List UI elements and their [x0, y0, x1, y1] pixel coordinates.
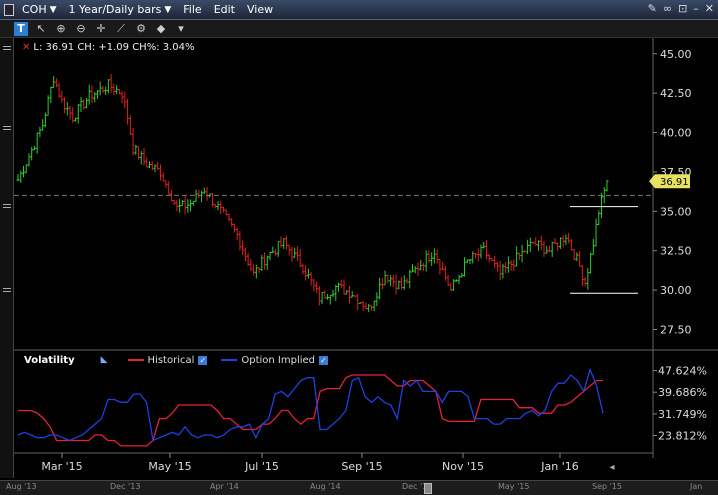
time-tick-label: Sep '15 [341, 460, 382, 473]
last-price-label: 36.91 [660, 177, 689, 188]
overview-label: Sep '15 [592, 482, 622, 491]
layers-icon[interactable]: ◆ [154, 22, 168, 36]
historical-checkbox[interactable]: ✓ [198, 355, 208, 365]
implied-swatch [221, 359, 238, 361]
window-controls: ✎ ∞ ⊡ – ✕ [648, 2, 714, 15]
overview-scrollbar[interactable]: Aug '13 Dec '13 Apr '14 Aug '14 Dec '14 … [0, 480, 718, 495]
historical-swatch [127, 359, 144, 361]
draw-line-icon[interactable]: ⟋ [114, 22, 128, 36]
implied-label: Option Implied [241, 354, 316, 366]
menu-file[interactable]: File [177, 3, 207, 16]
dropdown-icon[interactable]: ▾ [174, 22, 188, 36]
period-selector[interactable]: 1 Year/Daily bars [63, 3, 168, 16]
lock-icon[interactable]: ⊡ [678, 2, 687, 15]
time-tick-label: Nov '15 [442, 460, 484, 473]
overview-label: Apr '14 [210, 482, 239, 491]
ohlc-readout: ✕ L: 36.91 CH: +1.09 CH%: 3.04% [22, 42, 195, 53]
close-readout-icon[interactable]: ✕ [22, 42, 30, 53]
time-tick-label: May '15 [148, 460, 191, 473]
overview-label: Dec '13 [110, 482, 141, 491]
link-icon[interactable]: ∞ [663, 2, 672, 15]
scroll-right-icon[interactable]: ◂ [609, 462, 614, 473]
price-tick-label: 27.50 [660, 324, 692, 337]
overview-scroll-thumb[interactable] [424, 483, 432, 494]
price-tick-label: 35.00 [660, 205, 692, 218]
menu-view[interactable]: View [241, 3, 279, 16]
chevron-down-icon[interactable]: ▼ [164, 5, 171, 15]
overview-label: Aug '13 [6, 482, 37, 491]
price-tick-label: 32.50 [660, 245, 692, 258]
implied-checkbox[interactable]: ✓ [319, 355, 329, 365]
chart-toolbar: T ↖ ⊕ ⊖ ✛ ⟋ ⚙ ◆ ▾ [0, 20, 718, 38]
symbol-selector[interactable]: COH [16, 3, 53, 16]
level-lines [14, 194, 653, 294]
time-axis: Mar '15 May '15 Jul '15 Sep '15 Nov '15 Jan '… [41, 453, 615, 473]
implied-vol-line [17, 367, 604, 442]
price-tick-label: 40.00 [660, 127, 692, 140]
text-tool-icon[interactable]: T [14, 21, 28, 36]
cursor-icon[interactable]: ↖ [34, 22, 48, 36]
time-tick-label: Jul '15 [244, 460, 279, 473]
indicator-header: Volatility ◣ Historical ✓ Option Implied… [14, 353, 654, 367]
time-tick-label: Mar '15 [41, 460, 82, 473]
vol-y-axis: 47.624% 39.686% 31.749% 23.812% [653, 365, 707, 443]
indicator-title: Volatility [24, 354, 75, 366]
volatility-lines [17, 367, 604, 447]
chevron-down-icon[interactable]: ▼ [50, 5, 57, 15]
vol-tick-label: 39.686% [658, 386, 707, 399]
overview-label: Jan [690, 482, 703, 491]
price-tick-label: 30.00 [660, 284, 692, 297]
overview-label: May '15 [498, 482, 530, 491]
price-tick-label: 45.00 [660, 48, 692, 61]
time-tick-label: Jan '16 [540, 460, 578, 473]
vol-tick-label: 31.749% [658, 408, 707, 421]
chart-canvas[interactable]: 45.0042.5040.0037.5035.0032.5030.0027.50… [0, 38, 718, 480]
historical-label: Historical [147, 354, 195, 366]
price-tick-label: 42.50 [660, 87, 692, 100]
vol-tick-label: 47.624% [658, 365, 707, 378]
last-price-tag: 36.91 [649, 174, 690, 189]
title-bar: COH ▼ 1 Year/Daily bars ▼ File Edit View… [0, 0, 718, 20]
wrench-icon[interactable]: ✎ [648, 2, 657, 15]
indicator-settings-icon[interactable]: ◣ [101, 355, 108, 365]
settings-icon[interactable]: ⚙ [134, 22, 148, 36]
menu-edit[interactable]: Edit [208, 3, 241, 16]
window-icon [4, 3, 14, 16]
close-icon[interactable]: ✕ [705, 2, 714, 15]
minimize-icon[interactable]: – [693, 2, 699, 15]
readout-text: L: 36.91 CH: +1.09 CH%: 3.04% [33, 42, 195, 53]
zoom-out-icon[interactable]: ⊖ [74, 22, 88, 36]
vol-tick-label: 23.812% [658, 430, 707, 443]
zoom-in-icon[interactable]: ⊕ [54, 22, 68, 36]
historical-vol-line [18, 374, 603, 447]
overview-label: Aug '14 [310, 482, 341, 491]
price-bars [16, 74, 609, 313]
crosshair-icon[interactable]: ✛ [94, 22, 108, 36]
price-y-axis: 45.0042.5040.0037.5035.0032.5030.0027.50 [653, 48, 692, 337]
